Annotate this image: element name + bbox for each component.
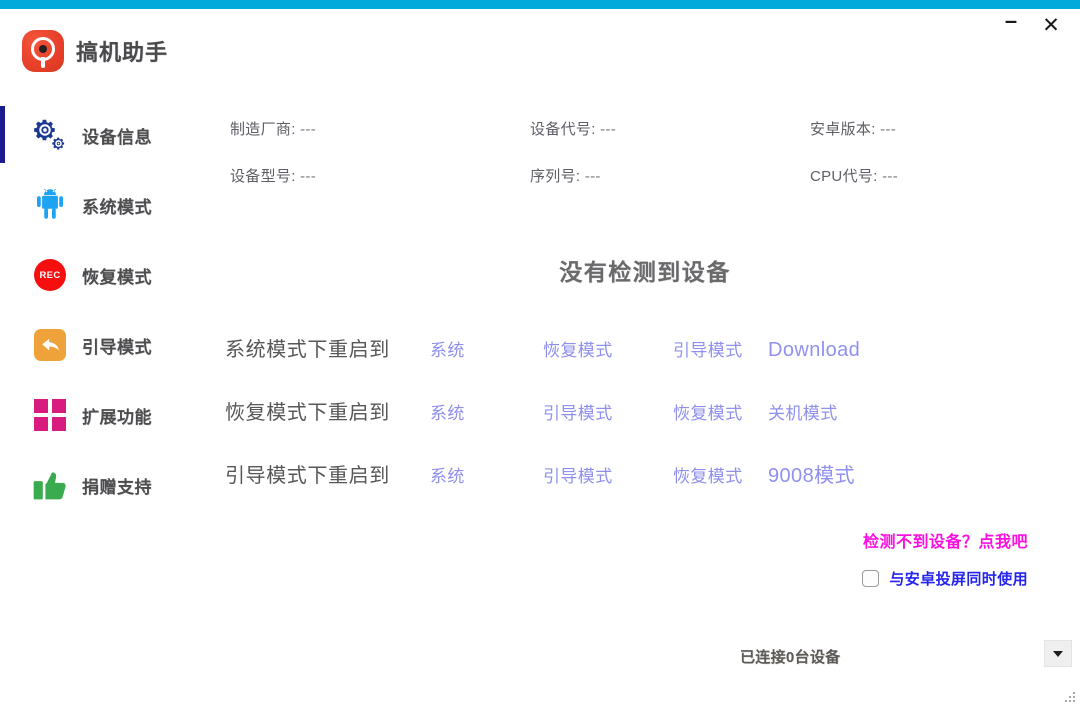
field-value: ---	[585, 168, 601, 185]
sidebar-item-bootloader-mode[interactable]: 引导模式	[0, 310, 210, 380]
field-value: ---	[880, 121, 896, 138]
device-info-codename: 设备代号: ---	[530, 118, 810, 139]
sidebar-item-label: 扩展功能	[82, 403, 152, 428]
reboot-link-recovery[interactable]: 恢复模式	[673, 462, 768, 487]
app-window: – ✕ 搞机助手	[0, 0, 1080, 707]
sidebar-item-label: 恢复模式	[82, 263, 152, 288]
field-label: 制造厂商:	[230, 121, 296, 138]
rec-icon-label: REC	[34, 259, 66, 291]
sidebar-item-extensions[interactable]: 扩展功能	[0, 380, 210, 450]
field-value: ---	[300, 121, 316, 138]
device-info-android-version: 安卓版本: ---	[810, 118, 1070, 139]
connected-devices-status: 已连接0台设备	[740, 646, 840, 667]
field-value: ---	[600, 121, 616, 138]
sidebar-item-device-info[interactable]: 设备信息	[0, 100, 210, 170]
device-info-grid: 制造厂商: --- 设备代号: --- 安卓版本: --- 设备型号: ---	[230, 118, 1070, 212]
active-indicator	[0, 106, 5, 163]
scrcpy-coexist-checkbox-row[interactable]: 与安卓投屏同时使用	[862, 568, 1028, 589]
sidebar-item-donate[interactable]: 捐赠支持	[0, 450, 210, 520]
gear-icon	[30, 115, 70, 155]
chevron-down-icon	[1053, 651, 1063, 657]
resize-grip[interactable]	[1063, 690, 1077, 704]
sidebar: 设备信息 系统模式 REC 恢复模式	[0, 100, 210, 660]
device-info-cpu: CPU代号: ---	[810, 165, 1070, 186]
reboot-row-bootloader: 引导模式下重启到 系统 引导模式 恢复模式 9008模式	[225, 459, 1075, 522]
device-not-detected-help-link[interactable]: 检测不到设备？点我吧	[863, 528, 1028, 552]
sidebar-item-label: 系统模式	[82, 193, 152, 218]
sidebar-item-system-mode[interactable]: 系统模式	[0, 170, 210, 240]
reboot-row-recovery: 恢复模式下重启到 系统 引导模式 恢复模式 关机模式	[225, 396, 1075, 459]
reboot-link-recovery[interactable]: 恢复模式	[543, 336, 673, 361]
sidebar-item-label: 引导模式	[82, 333, 152, 358]
reboot-link-recovery[interactable]: 恢复模式	[673, 399, 768, 424]
rec-icon: REC	[30, 255, 70, 295]
field-value: ---	[300, 168, 316, 185]
no-device-heading: 没有检测到设备	[210, 253, 1080, 287]
reboot-link-system[interactable]: 系统	[430, 399, 543, 424]
device-info-row: 设备型号: --- 序列号: --- CPU代号: ---	[230, 165, 1070, 186]
sidebar-item-label: 设备信息	[82, 123, 152, 148]
reboot-row-label: 引导模式下重启到	[225, 459, 430, 488]
device-info-model: 设备型号: ---	[230, 165, 530, 186]
reboot-link-system[interactable]: 系统	[430, 336, 543, 361]
field-label: 设备代号:	[530, 121, 596, 138]
reboot-link-9008[interactable]: 9008模式	[768, 459, 855, 488]
sidebar-item-recovery-mode[interactable]: REC 恢复模式	[0, 240, 210, 310]
scrcpy-coexist-label: 与安卓投屏同时使用	[889, 568, 1028, 589]
app-brand: 搞机助手	[22, 30, 168, 72]
reboot-link-bootloader[interactable]: 引导模式	[543, 399, 673, 424]
field-label: CPU代号:	[810, 168, 878, 185]
reboot-row-label: 恢复模式下重启到	[225, 396, 430, 425]
reboot-row-system: 系统模式下重启到 系统 恢复模式 引导模式 Download	[225, 333, 1075, 396]
device-info-manufacturer: 制造厂商: ---	[230, 118, 530, 139]
app-title: 搞机助手	[76, 35, 168, 67]
field-value: ---	[882, 168, 898, 185]
back-arrow-icon	[30, 325, 70, 365]
scrcpy-coexist-checkbox[interactable]	[862, 570, 879, 587]
reboot-link-shutdown[interactable]: 关机模式	[768, 399, 838, 424]
device-info-row: 制造厂商: --- 设备代号: --- 安卓版本: ---	[230, 118, 1070, 139]
reboot-link-bootloader[interactable]: 引导模式	[673, 336, 768, 361]
field-label: 设备型号:	[230, 168, 296, 185]
android-icon	[30, 185, 70, 225]
device-info-serial: 序列号: ---	[530, 165, 810, 186]
reboot-actions: 系统模式下重启到 系统 恢复模式 引导模式 Download 恢复模式下重启到 …	[225, 333, 1075, 522]
reboot-link-system[interactable]: 系统	[430, 462, 543, 487]
reboot-link-bootloader[interactable]: 引导模式	[543, 462, 673, 487]
device-selector-dropdown[interactable]	[1044, 640, 1072, 667]
app-logo-icon	[22, 30, 64, 72]
thumbs-up-icon	[30, 465, 70, 505]
main-panel: 制造厂商: --- 设备代号: --- 安卓版本: --- 设备型号: ---	[210, 0, 1080, 707]
field-label: 安卓版本:	[810, 121, 876, 138]
grid-icon	[30, 395, 70, 435]
sidebar-item-label: 捐赠支持	[82, 473, 152, 498]
field-label: 序列号:	[530, 168, 580, 185]
reboot-link-download[interactable]: Download	[768, 339, 860, 362]
reboot-row-label: 系统模式下重启到	[225, 333, 430, 362]
